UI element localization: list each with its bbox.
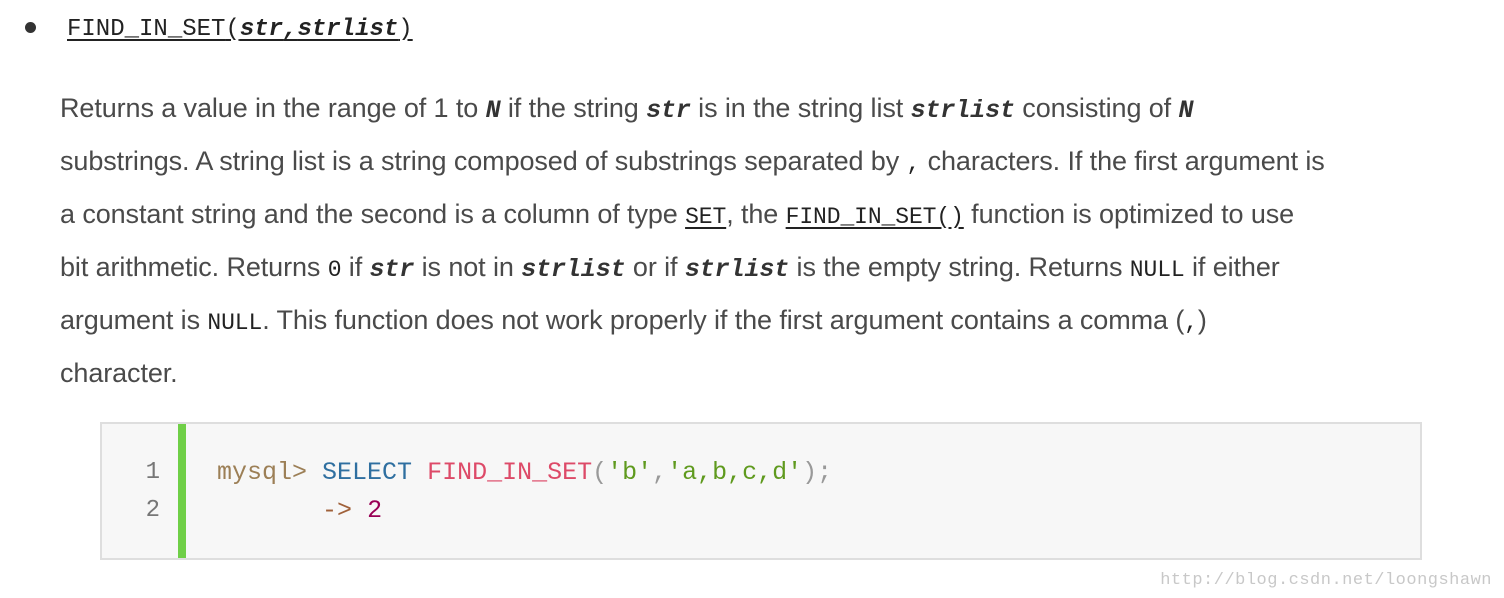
arg-str: str	[239, 16, 284, 43]
gutter-accent-bar	[178, 424, 186, 558]
desc-line-4: bit arithmetic. Returns 0 if str is not …	[60, 252, 1280, 284]
arg-strlist: strlist	[297, 16, 399, 43]
code-example-block[interactable]: 1 2 mysql> SELECT FIND_IN_SET('b','a,b,c…	[100, 422, 1422, 560]
desc-line-2: substrings. A string list is a string co…	[60, 146, 1325, 177]
desc-line-6: character.	[60, 358, 178, 388]
set-type-link[interactable]: SET	[685, 204, 726, 230]
line-number-gutter: 1 2	[102, 424, 178, 558]
function-signature-heading[interactable]: FIND_IN_SET(str,strlist)	[67, 14, 413, 46]
desc-line-1: Returns a value in the range of 1 to N i…	[60, 93, 1194, 125]
list-bullet	[25, 22, 36, 33]
line-number: 2	[145, 497, 160, 524]
code-line-1: mysql> SELECT FIND_IN_SET('b','a,b,c,d')…	[217, 458, 833, 487]
find-in-set-link[interactable]: FIND_IN_SET()	[786, 204, 964, 230]
function-description: Returns a value in the range of 1 to N i…	[60, 83, 1460, 398]
code-line-2: -> 2	[322, 496, 383, 525]
desc-line-5: argument is NULL. This function does not…	[60, 305, 1207, 336]
function-name: FIND_IN_SET	[67, 16, 226, 43]
desc-line-3: a constant string and the second is a co…	[60, 199, 1295, 230]
watermark-text: http://blog.csdn.net/loongshawn	[1160, 571, 1492, 590]
line-number: 1	[145, 459, 160, 486]
